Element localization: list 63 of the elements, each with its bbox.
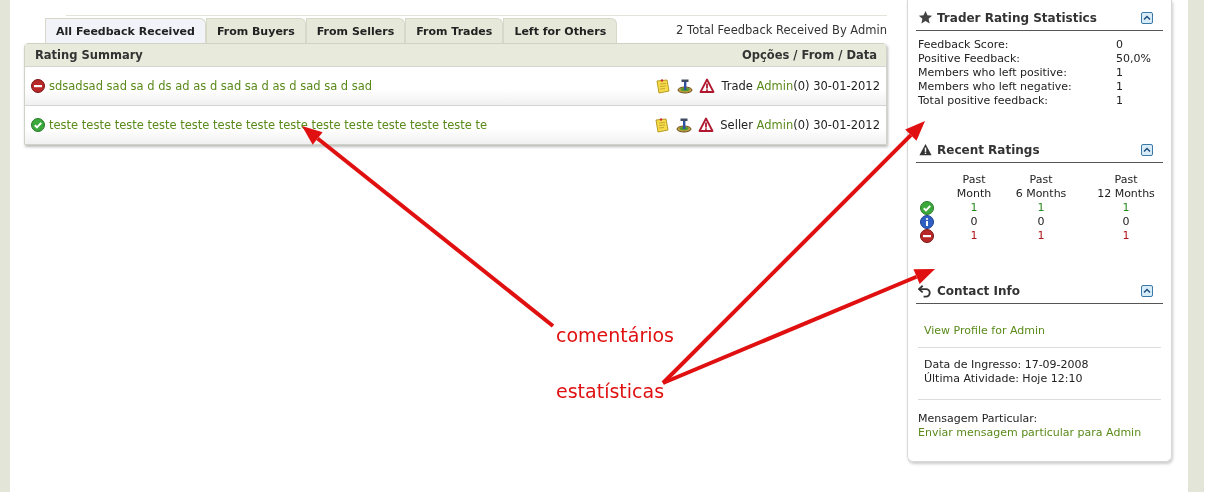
stat-value: 1 xyxy=(1116,66,1124,80)
rating-count: 1 xyxy=(1036,201,1046,215)
note-icon[interactable] xyxy=(654,117,671,133)
star-icon xyxy=(918,10,933,25)
panel-title: Trader Rating Statistics xyxy=(937,10,1097,25)
tab[interactable]: From Sellers xyxy=(305,18,406,43)
message-link[interactable]: Enviar mensagem particular para Admin xyxy=(918,426,1161,440)
stat-value: 1 xyxy=(1116,94,1124,108)
note-icon[interactable] xyxy=(655,78,672,94)
check-icon xyxy=(920,201,934,215)
feedback-meta: Trade Admin(0) 30-01-2012 xyxy=(721,79,880,93)
rating-count: 1 xyxy=(969,229,979,243)
minus-icon xyxy=(31,79,45,93)
tab[interactable]: All Feedback Received xyxy=(45,18,206,43)
stat-label: Feedback Score: xyxy=(918,38,1010,52)
stat-label: Members who left positive: xyxy=(918,66,1068,80)
stat-label: Positive Feedback: xyxy=(918,52,1021,66)
pin-icon[interactable] xyxy=(676,117,693,133)
annotation-label: comentários xyxy=(556,324,675,346)
panel-title: Recent Ratings xyxy=(937,142,1040,157)
feedback-comment: sdsadsad sad sa d ds ad as d sad sa d as d sad sa d sad xyxy=(49,79,373,93)
feedback-total: 2 Total Feedback Received By Admin xyxy=(676,23,887,39)
user-link[interactable]: Admin xyxy=(756,118,794,132)
collapse-button[interactable] xyxy=(1141,284,1153,297)
last-activity: Última Atividade: Hoje 12:10 xyxy=(924,372,1084,386)
collapse-button[interactable] xyxy=(1141,11,1153,24)
warning-icon xyxy=(918,142,933,157)
user-link[interactable]: Admin xyxy=(756,79,794,93)
check-icon xyxy=(31,118,45,132)
message-label: Mensagem Particular: xyxy=(918,412,1039,426)
column-header: Opções / From / Data xyxy=(741,48,877,62)
rating-count: 0 xyxy=(1121,215,1131,229)
profile-link[interactable]: View Profile for Admin xyxy=(924,324,1045,337)
stat-value: 50,0% xyxy=(1116,52,1152,66)
pin-icon[interactable] xyxy=(677,78,694,94)
stat-value: 0 xyxy=(1116,38,1124,52)
stat-label: Members who left negative: xyxy=(918,80,1073,94)
join-date: Data de Ingresso: 17-09-2008 xyxy=(924,358,1090,372)
feedback-comment: teste teste teste teste teste teste teste teste teste teste teste teste teste te xyxy=(49,118,488,132)
column-header: Rating Summary xyxy=(35,48,143,62)
tab[interactable]: From Trades xyxy=(405,18,504,43)
rating-count: 1 xyxy=(1036,229,1046,243)
column-header: Past 12 Months xyxy=(1096,173,1156,201)
collapse-button[interactable] xyxy=(1141,143,1153,156)
rating-count: 0 xyxy=(1036,215,1046,229)
panel-title: Contact Info xyxy=(937,283,1020,298)
tab[interactable]: Left for Others xyxy=(503,18,618,43)
rating-count: 0 xyxy=(969,215,979,229)
rating-count: 1 xyxy=(1121,229,1131,243)
column-header: Past Month xyxy=(955,173,993,201)
annotation-label: estatísticas xyxy=(556,380,665,402)
tab[interactable]: From Buyers xyxy=(205,18,306,43)
stat-label: Total positive feedback: xyxy=(918,94,1050,108)
back-arrow-icon xyxy=(918,283,933,298)
column-header: Past 6 Months xyxy=(1014,173,1068,201)
warning-icon[interactable] xyxy=(699,78,716,94)
stat-value: 1 xyxy=(1116,80,1124,94)
rating-count: 1 xyxy=(969,201,979,215)
feedback-meta: Seller Admin(0) 30-01-2012 xyxy=(720,118,880,132)
warning-icon[interactable] xyxy=(698,117,715,133)
rating-count: 1 xyxy=(1121,201,1131,215)
info-icon xyxy=(920,215,934,229)
minus-icon xyxy=(920,229,934,243)
